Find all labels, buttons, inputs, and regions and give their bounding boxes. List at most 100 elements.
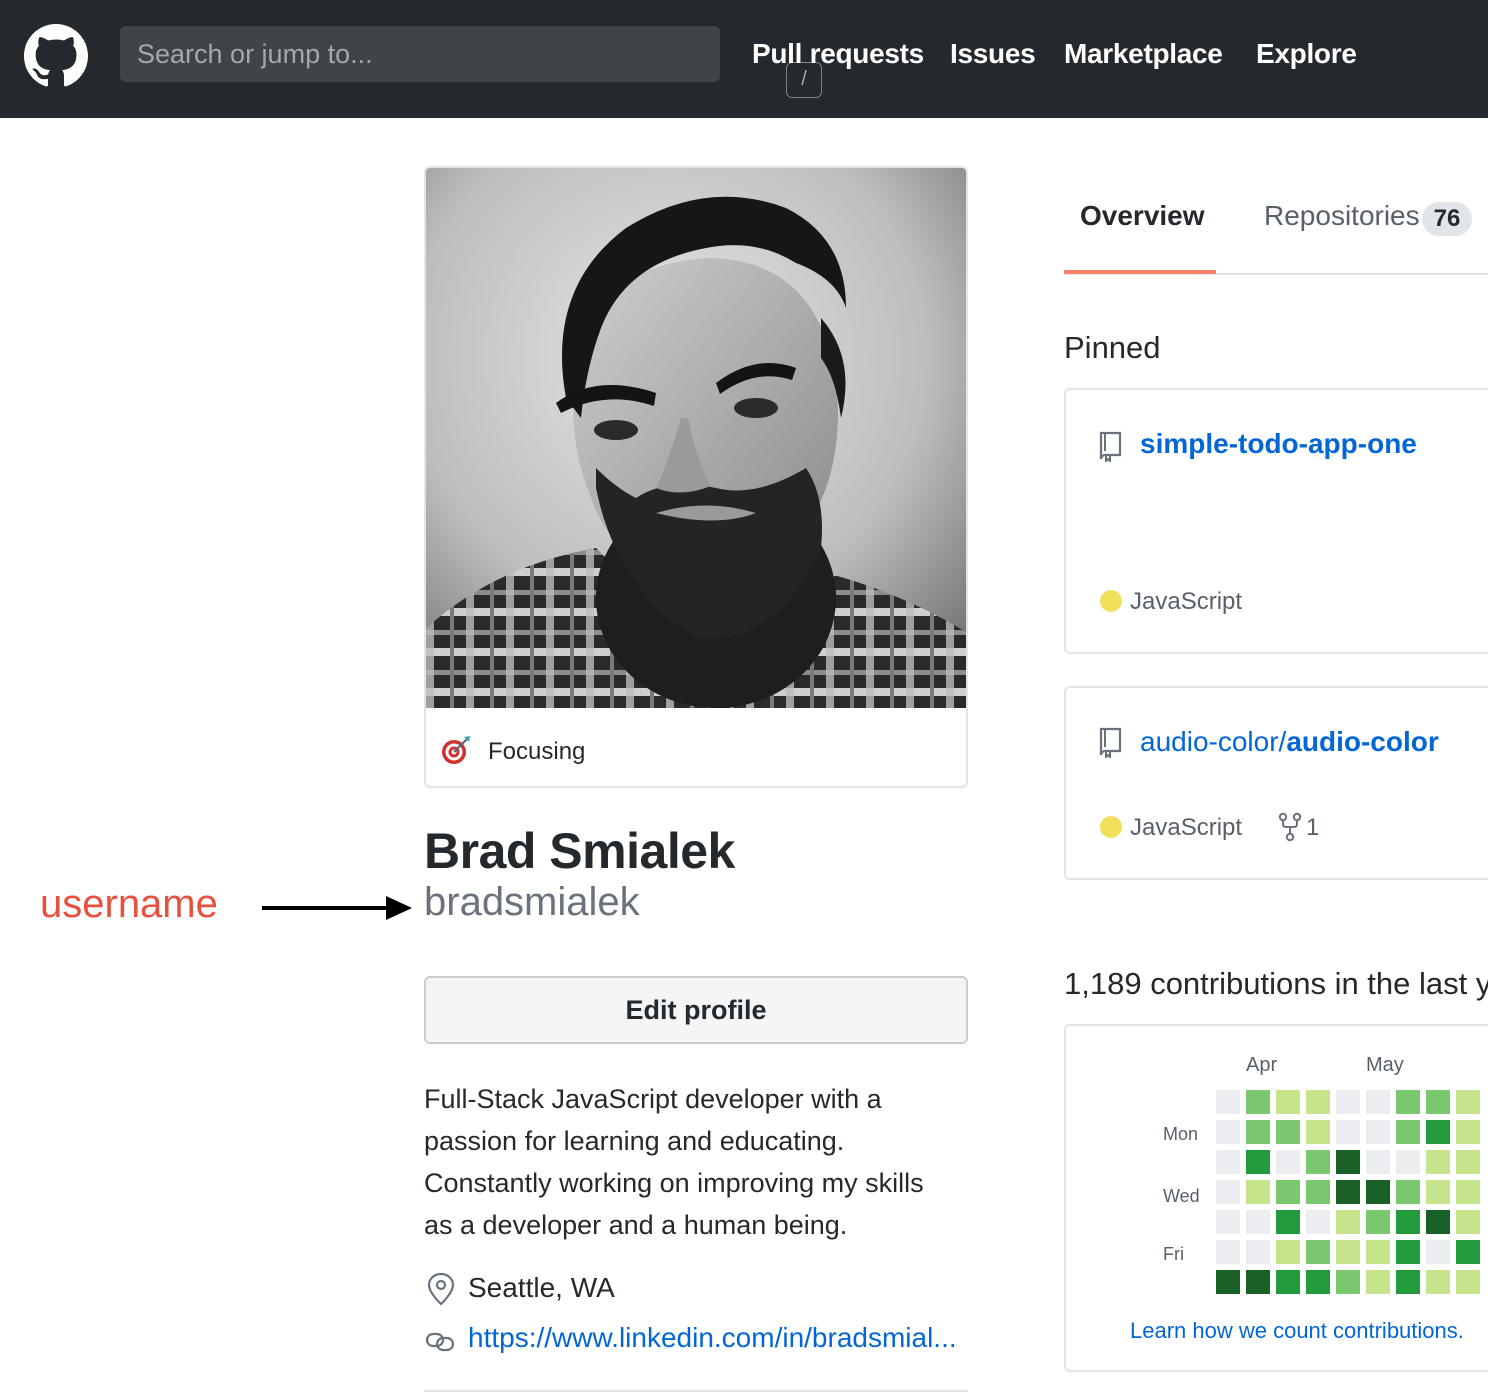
contribution-cell[interactable] (1336, 1210, 1360, 1234)
avatar-card: Focusing (424, 166, 968, 788)
global-header: / Pull requests Issues Marketplace Explo… (0, 0, 1488, 118)
contribution-cell[interactable] (1456, 1120, 1480, 1144)
contribution-cell[interactable] (1216, 1270, 1240, 1294)
tab-overview[interactable]: Overview (1080, 200, 1205, 232)
nav-issues[interactable]: Issues (950, 38, 1036, 70)
pinned-repo-card: audio-color/audio-color JavaScript 1 (1064, 686, 1488, 880)
profile-location: Seattle, WA (468, 1272, 615, 1303)
search-box[interactable]: / (120, 26, 822, 98)
contribution-cell[interactable] (1426, 1180, 1450, 1204)
profile-full-name: Brad Smialek (424, 823, 735, 879)
contribution-cell[interactable] (1366, 1090, 1390, 1114)
day-label: Mon (1163, 1124, 1199, 1144)
learn-contributions-link[interactable]: Learn how we count contributions. (1130, 1318, 1464, 1344)
contribution-cell[interactable] (1426, 1210, 1450, 1234)
contribution-cell[interactable] (1306, 1150, 1330, 1174)
contribution-cell[interactable] (1366, 1240, 1390, 1264)
contribution-cell[interactable] (1426, 1120, 1450, 1144)
tab-repositories[interactable]: Repositories (1264, 200, 1420, 232)
contribution-cell[interactable] (1426, 1150, 1450, 1174)
contribution-cell[interactable] (1456, 1240, 1480, 1264)
contribution-cell[interactable] (1306, 1270, 1330, 1294)
contribution-cell[interactable] (1306, 1180, 1330, 1204)
contribution-cell[interactable] (1276, 1150, 1300, 1174)
nav-pull-requests[interactable]: Pull requests (752, 38, 924, 70)
contribution-cell[interactable] (1426, 1090, 1450, 1114)
contribution-cell[interactable] (1366, 1270, 1390, 1294)
pinned-repo-card: simple-todo-app-one JavaScript (1064, 388, 1488, 654)
search-input[interactable] (120, 26, 660, 82)
contribution-cell[interactable] (1306, 1240, 1330, 1264)
contribution-cell[interactable] (1396, 1180, 1420, 1204)
contribution-cell[interactable] (1306, 1120, 1330, 1144)
contribution-cell[interactable] (1246, 1150, 1270, 1174)
contribution-cell[interactable] (1216, 1240, 1240, 1264)
contribution-cell[interactable] (1216, 1210, 1240, 1234)
pinned-repo-link[interactable]: audio-color/audio-color (1140, 726, 1439, 758)
repo-book-icon (1099, 431, 1122, 462)
contribution-cell[interactable] (1426, 1270, 1450, 1294)
edit-profile-button[interactable]: Edit profile (424, 976, 968, 1044)
avatar[interactable] (426, 168, 966, 708)
language-color-dot (1100, 816, 1122, 838)
direct-hit-icon (442, 736, 470, 764)
fork-count: 1 (1306, 814, 1320, 841)
contribution-cell[interactable] (1396, 1150, 1420, 1174)
pinned-repo-link[interactable]: simple-todo-app-one (1140, 428, 1417, 460)
contribution-cell[interactable] (1336, 1120, 1360, 1144)
contribution-cell[interactable] (1276, 1240, 1300, 1264)
fork-icon[interactable] (1278, 812, 1302, 842)
contribution-cell[interactable] (1246, 1120, 1270, 1144)
github-logo-icon[interactable] (24, 24, 88, 88)
contribution-cell[interactable] (1246, 1240, 1270, 1264)
profile-bio: Full-Stack JavaScript developer with a p… (424, 1078, 968, 1246)
profile-username: bradsmialek (424, 880, 640, 924)
contribution-cell[interactable] (1336, 1180, 1360, 1204)
contribution-cell[interactable] (1216, 1120, 1240, 1144)
contribution-cell[interactable] (1396, 1270, 1420, 1294)
contribution-cell[interactable] (1396, 1210, 1420, 1234)
contribution-cell[interactable] (1306, 1090, 1330, 1114)
contribution-cell[interactable] (1306, 1210, 1330, 1234)
contribution-cell[interactable] (1276, 1180, 1300, 1204)
contribution-cell[interactable] (1456, 1150, 1480, 1174)
contribution-cell[interactable] (1456, 1180, 1480, 1204)
contribution-cell[interactable] (1276, 1090, 1300, 1114)
nav-marketplace[interactable]: Marketplace (1064, 38, 1223, 70)
contribution-cell[interactable] (1246, 1210, 1270, 1234)
contribution-cell[interactable] (1336, 1240, 1360, 1264)
contribution-cell[interactable] (1456, 1090, 1480, 1114)
contribution-cell[interactable] (1216, 1150, 1240, 1174)
status-bar[interactable]: Focusing (426, 708, 966, 786)
contribution-cell[interactable] (1396, 1120, 1420, 1144)
contribution-cell[interactable] (1426, 1240, 1450, 1264)
repo-book-icon (1099, 727, 1122, 758)
contribution-cell[interactable] (1366, 1210, 1390, 1234)
contribution-cell[interactable] (1366, 1150, 1390, 1174)
nav-explore[interactable]: Explore (1256, 38, 1357, 70)
contribution-cell[interactable] (1246, 1180, 1270, 1204)
contribution-cell[interactable] (1366, 1180, 1390, 1204)
contribution-cell[interactable] (1366, 1120, 1390, 1144)
annotation-arrow-icon (262, 896, 412, 920)
contribution-cell[interactable] (1246, 1090, 1270, 1114)
contribution-cell[interactable] (1276, 1210, 1300, 1234)
contribution-cell[interactable] (1246, 1270, 1270, 1294)
location-pin-icon (427, 1272, 455, 1306)
contribution-cell[interactable] (1216, 1090, 1240, 1114)
contribution-cell[interactable] (1276, 1270, 1300, 1294)
profile-website-link[interactable]: https://www.linkedin.com/in/bradsmial... (468, 1322, 957, 1354)
contribution-cell[interactable] (1276, 1120, 1300, 1144)
day-label: Wed (1163, 1186, 1200, 1206)
contribution-cell[interactable] (1456, 1270, 1480, 1294)
contribution-cell[interactable] (1396, 1090, 1420, 1114)
bio-line: Constantly working on improving my skill… (424, 1168, 924, 1198)
contribution-cell[interactable] (1336, 1090, 1360, 1114)
contribution-cell[interactable] (1336, 1150, 1360, 1174)
contribution-cell[interactable] (1396, 1240, 1420, 1264)
contribution-cell[interactable] (1216, 1180, 1240, 1204)
repo-name: simple-todo-app-one (1140, 428, 1417, 459)
contribution-cell[interactable] (1336, 1270, 1360, 1294)
bio-line: as a developer and a human being. (424, 1210, 848, 1240)
contribution-cell[interactable] (1456, 1210, 1480, 1234)
